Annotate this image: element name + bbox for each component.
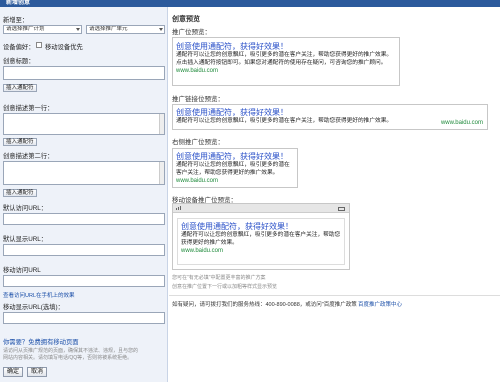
confirm-button-label: 确定	[7, 369, 20, 375]
signal-icon	[176, 208, 177, 210]
tip-text-1: 请访问从页推广规范的页面，确保其不违法、违规，且与您的	[3, 348, 139, 354]
mobile-preview-frame: 创意使用通配符，获得好效果！ 通配符可以让您的创意飘红，吸引更多的潜在客户关注，…	[172, 203, 350, 270]
mobile-display-url-label: 移动显示URL(选填)：	[3, 304, 64, 311]
unit-select[interactable]: 请选择推广单元	[86, 25, 165, 34]
free-mobile-page-link[interactable]: 你需要？免费拥有移动页面	[3, 337, 79, 346]
form-panel: 新增至： 请选择推广计划 请选择推广单元 设备偏好： 移动设备优先 创意标题： …	[0, 7, 168, 382]
ad-url: www.baidu.com	[440, 120, 483, 126]
battery-icon	[338, 207, 345, 211]
tip-text-2: 网站内容相关。请勿填写电话/QQ等，否则将被系统拒绝。	[3, 355, 133, 361]
preview-note-1: 您可在"有无必填"中配置更丰富的推广方案	[172, 275, 266, 281]
desc2-textarea[interactable]	[3, 161, 165, 185]
policy-center-link[interactable]: 百度推广政策中心	[357, 300, 404, 308]
ad-title: 创意使用通配符，获得好效果！	[176, 108, 288, 117]
cancel-button[interactable]: 取消	[27, 367, 47, 377]
mobile-url-input[interactable]	[3, 275, 165, 287]
scrollbar[interactable]	[159, 114, 164, 134]
unit-select-value: 请选择推广单元	[89, 26, 128, 32]
chevron-down-icon	[76, 28, 80, 31]
cancel-button-label: 取消	[31, 369, 44, 375]
right-preview-box: 创意使用通配符，获得好效果！ 通配符可以让您的创意飘红，吸引更多的潜在客户关注，…	[172, 148, 298, 188]
target-label: 新增至：	[3, 17, 29, 24]
mobile-display-url-input[interactable]	[3, 312, 165, 324]
plan-select[interactable]: 请选择推广计划	[3, 25, 82, 34]
mobile-url-preview-link[interactable]: 查看访问URL在手机上的效果	[3, 291, 75, 299]
ad-url: www.baidu.com	[176, 68, 219, 74]
desc1-textarea[interactable]	[3, 113, 165, 135]
ad-title: 创意使用通配符，获得好效果！	[176, 42, 288, 51]
window-title: 新增创意	[6, 0, 31, 6]
mobile-ad-card: 创意使用通配符，获得好效果！ 通配符可以让您的创意飘红，吸引更多的潜在客户关注，…	[177, 218, 345, 265]
desc2-label: 创意描述第二行：	[3, 153, 54, 160]
preview-note-2: 创意在推广位置下一行或以加粗等样式显示预览	[172, 284, 278, 290]
title-input[interactable]	[3, 66, 165, 80]
ad-title: 创意使用通配符，获得好效果！	[176, 152, 288, 161]
preview-header: 创意预览	[172, 16, 200, 23]
insert-wildcard-label: 插入通配符	[6, 190, 34, 196]
contact-text: 如有疑问，请可拨打我们的服务热线：400-890-0088，或访问"百度推广政策…	[172, 302, 376, 308]
insert-wildcard-button-desc2[interactable]: 插入通配符	[3, 189, 37, 197]
mobile-url-label: 移动访问URL	[3, 267, 41, 274]
window-titlebar: 新增创意	[0, 0, 500, 7]
signal-icon	[180, 206, 181, 210]
device-label: 设备偏好：	[3, 44, 35, 51]
title-label: 创意标题：	[3, 58, 35, 65]
scrollbar[interactable]	[159, 162, 164, 184]
divider	[169, 295, 500, 296]
ad-url: www.baidu.com	[176, 178, 219, 184]
chevron-down-icon	[159, 28, 163, 31]
left-preview-box: 创意使用通配符，获得好效果！ 通配符可以让您的创意飘红，吸引更多的潜在客户关注，…	[172, 104, 488, 130]
top-preview-box: 创意使用通配符，获得好效果！ 通配符可以让您的创意飘红，吸引更多的潜在客户关注，…	[172, 37, 400, 86]
confirm-button[interactable]: 确定	[3, 367, 23, 377]
insert-wildcard-label: 插入通配符	[6, 85, 34, 91]
right-preview-label: 右侧推广位预览：	[172, 139, 224, 146]
default-display-url-label: 默认显示URL：	[3, 236, 48, 243]
mobile-pref-label: 移动设备优先	[45, 44, 83, 51]
top-preview-label: 推广位预览：	[172, 29, 211, 36]
insert-wildcard-label: 插入通配符	[6, 139, 34, 145]
insert-wildcard-button-title[interactable]: 插入通配符	[3, 84, 37, 92]
default-display-url-input[interactable]	[3, 244, 165, 256]
left-preview-label: 推广链接位预览：	[172, 96, 224, 103]
ad-url: www.baidu.com	[181, 248, 224, 254]
ad-desc: 通配符可以让您的创意飘红，吸引更多的潜在客户关注，帮助您获得更好的推广效果。点击…	[176, 52, 393, 66]
ad-desc: 通配符可以让您的创意飘红，吸引更多的潜在客户关注，帮助您获得更好的推广效果。	[176, 118, 393, 124]
phone-status-bar	[173, 204, 349, 213]
default-url-input[interactable]	[3, 213, 165, 225]
ad-title: 创意使用通配符，获得好效果！	[181, 222, 293, 231]
desc1-label: 创意描述第一行：	[3, 105, 54, 112]
preview-panel: 创意预览 推广位预览： 创意使用通配符，获得好效果！ 通配符可以让您的创意飘红，…	[169, 7, 500, 382]
default-url-label: 默认访问URL：	[3, 205, 48, 212]
insert-wildcard-button-desc1[interactable]: 插入通配符	[3, 138, 37, 146]
plan-select-value: 请选择推广计划	[6, 26, 45, 32]
ad-desc: 通配符可以让您的创意飘红，吸引更多的潜在客户关注，帮助您获得更好的推广效果。	[176, 162, 290, 176]
mobile-pref-checkbox[interactable]	[36, 42, 42, 48]
ad-desc: 通配符可以让您的创意飘红，吸引更多的潜在客户关注，帮助您获得更好的推广效果。	[181, 232, 341, 246]
signal-icon	[178, 207, 179, 210]
